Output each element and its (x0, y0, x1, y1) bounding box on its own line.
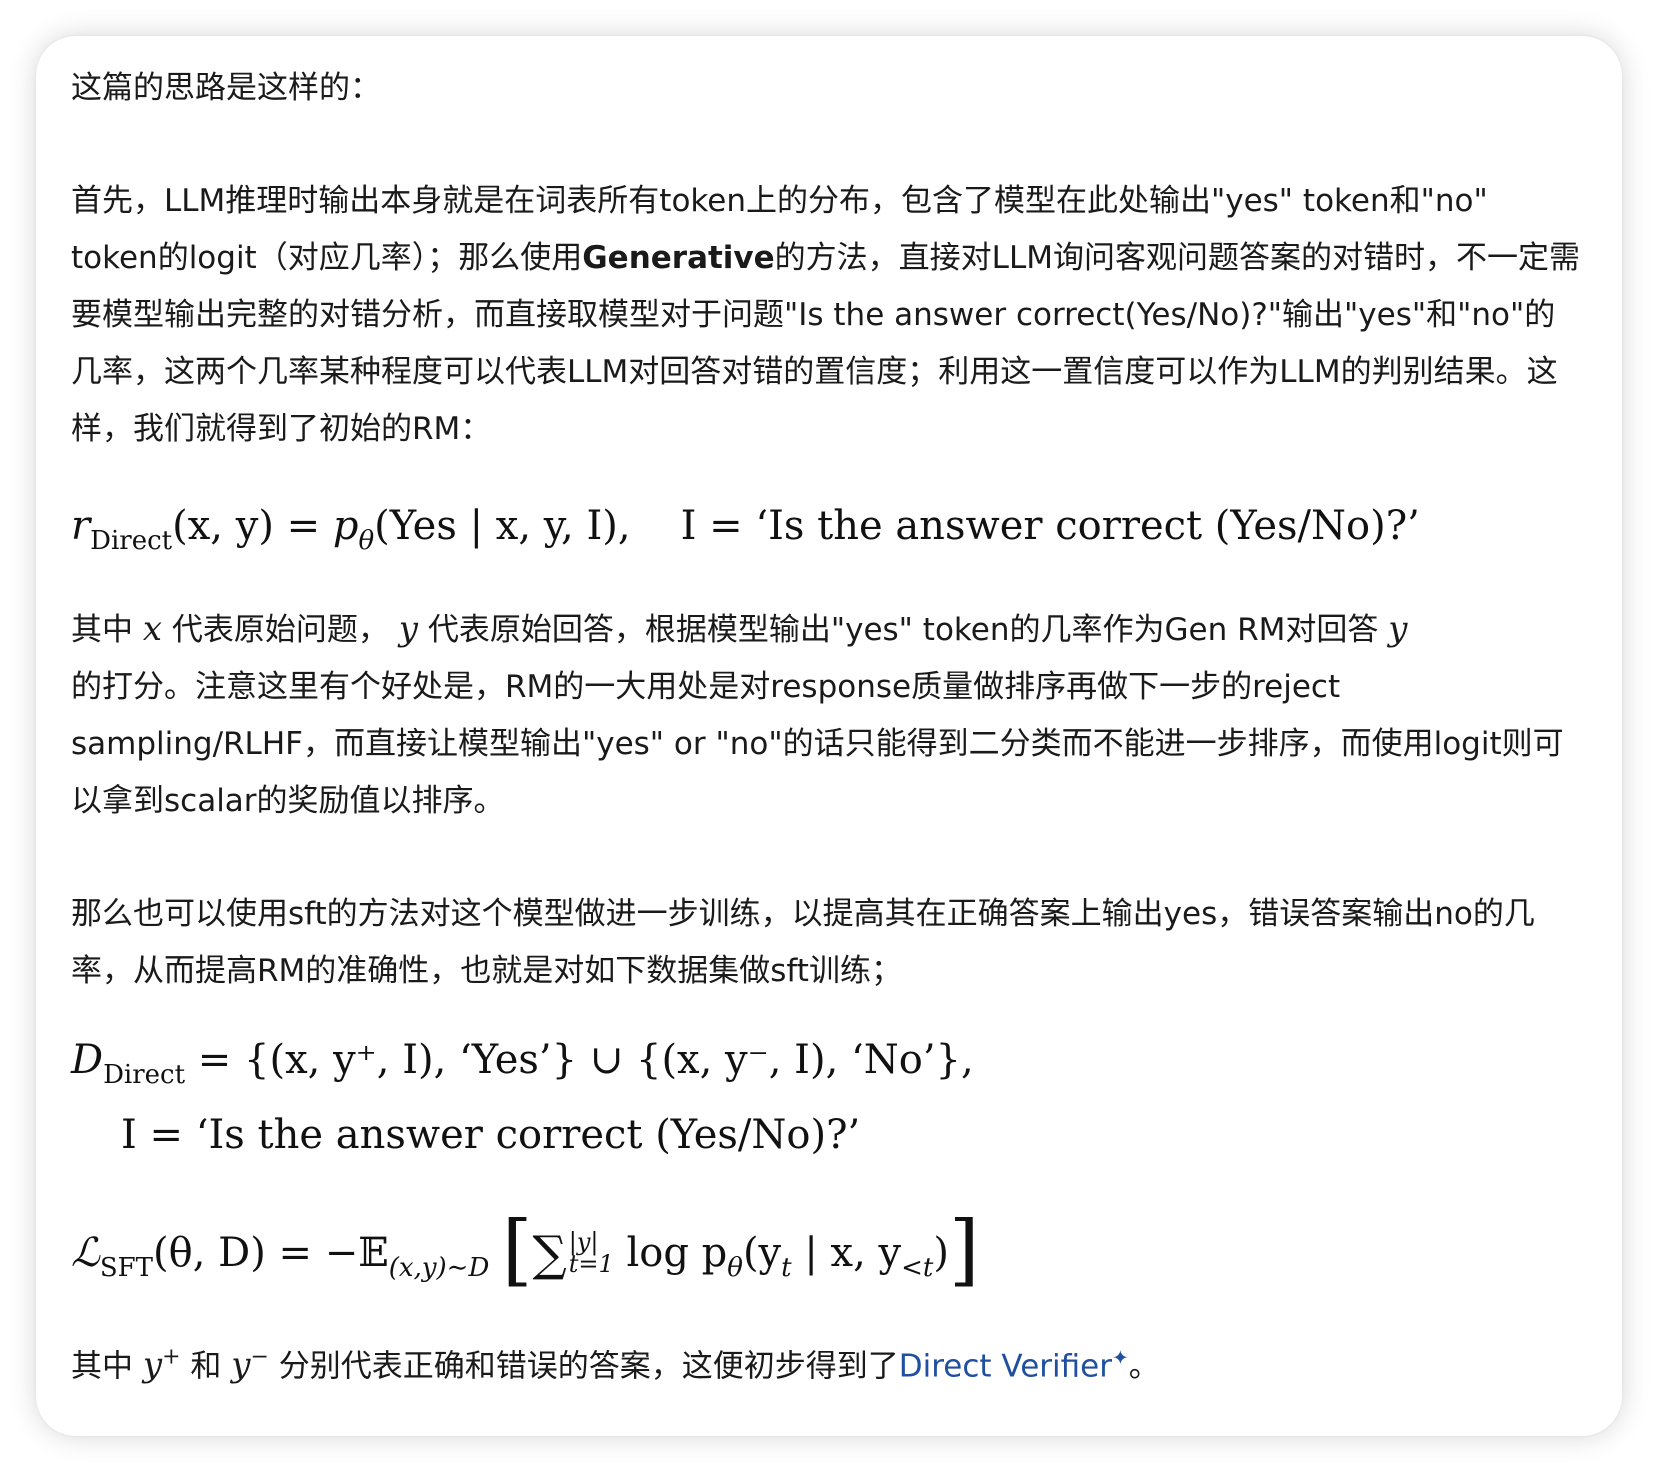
paragraph-3: 那么也可以使用sft的方法对这个模型做进一步训练，以提高其在正确答案上输出yes… (71, 896, 1535, 989)
eq3-L: ℒ (71, 1230, 100, 1276)
direct-verifier-link[interactable]: Direct Verifier (899, 1348, 1112, 1384)
right-bracket: ] (948, 1205, 980, 1295)
y-plus-base: y (142, 1345, 163, 1386)
answer-card: 这篇的思路是这样的： 首先，LLM推理时输出本身就是在词表所有token上的分布… (36, 36, 1622, 1436)
paragraph-4-text-a: 其中 (71, 1348, 133, 1385)
bold-generative: Generative (582, 240, 775, 276)
paragraph-2: 其中 x 代表原始问题， y 代表原始回答，根据模型输出"yes" token的… (71, 601, 1582, 830)
paragraph-2-text-b: 代表原始问题， (171, 612, 389, 648)
eq2-line-1: DDirect = {(x, y⁺, I), ‘Yes’} ∪ {(x, y⁻,… (71, 1030, 1582, 1105)
var-x: x (142, 609, 163, 649)
sum-limits: |y| t=1 (568, 1230, 614, 1278)
eq1-p: p (332, 503, 359, 549)
eq3-yt-sub: t (781, 1253, 792, 1283)
eq3-body: log p (626, 1230, 728, 1276)
eq1-p-sub: θ (358, 526, 375, 556)
paragraph-1: 首先，LLM推理时输出本身就是在词表所有token上的分布，包含了模型在此处输出… (71, 173, 1582, 458)
paragraph-4-text-b: 和 (190, 1348, 222, 1385)
eq3-body-args: (y (742, 1230, 782, 1276)
var-y: y (398, 609, 418, 649)
eq2-line-2: I = ‘Is the answer correct (Yes/No)?’ (121, 1112, 861, 1158)
eq2-D-sub: Direct (103, 1060, 186, 1090)
eq3-L-sub: SFT (99, 1253, 154, 1283)
var-y-minus: y− (231, 1345, 269, 1385)
equation-reward-direct: rDirect(x, y) = pθ(Yes | x, y, I), I = ‘I… (71, 491, 1582, 561)
eq3-E-sub: (x,y)∼D (388, 1253, 490, 1283)
sum-sub: t=1 (568, 1250, 614, 1278)
paragraph-4-text-c: 分别代表正确和错误的答案，这便初步得到了 (278, 1348, 899, 1385)
eq1-r-sub: Direct (90, 526, 173, 556)
eq1-r: r (71, 503, 91, 549)
paragraph-2-text-a: 其中 (71, 612, 133, 648)
eq3-body-sub: θ (727, 1253, 743, 1283)
equation-dataset: DDirect = {(x, y⁺, I), ‘Yes’} ∪ {(x, y⁻,… (71, 1030, 1582, 1165)
var-y-plus: y+ (143, 1345, 181, 1385)
eq1-rhs: (Yes | x, y, I), (374, 503, 631, 549)
paragraph-2-text-c: 代表原始回答，根据模型输出"yes" token的几率作为Gen RM对回答 (427, 612, 1379, 648)
eq1-instruction: I = ‘Is the answer correct (Yes/No)?’ (680, 503, 1420, 549)
paragraph-2-text-d: 的打分。注意这里有个好处是，RM的一大用处是对response质量做排序再做下一… (71, 669, 1564, 819)
eq3-close: ) (933, 1230, 949, 1276)
intro-text: 这篇的思路是这样的： (71, 70, 381, 106)
sparkle-icon: ✦ (1112, 1345, 1129, 1370)
eq3-ylt-sub: <t (901, 1253, 934, 1283)
eq2-D: D (71, 1037, 104, 1083)
equation-sft-loss: ℒSFT(θ, D) = −𝔼(x,y)∼D [∑|y| t=1 log pθ(y… (71, 1205, 1582, 1295)
eq2-line1-body: = {(x, y⁺, I), ‘Yes’} ∪ {(x, y⁻, I), ‘No… (197, 1037, 974, 1083)
y-plus-sup: + (162, 1345, 181, 1370)
eq3-tail: | x, y (791, 1230, 902, 1276)
eq3-args: (θ, D) = −𝔼 (153, 1230, 389, 1276)
eq1-lhs-args: (x, y) = (172, 503, 333, 549)
y-minus-sup: − (250, 1345, 269, 1370)
left-bracket: [ (502, 1205, 533, 1295)
paragraph-4-end: 。 (1128, 1348, 1160, 1385)
sum-symbol: ∑ (532, 1226, 567, 1282)
y-minus-base: y (231, 1345, 251, 1386)
paragraph-4: 其中 y+ 和 y− 分别代表正确和错误的答案，这便初步得到了Direct Ve… (71, 1329, 1582, 1395)
var-y-2: y (1388, 609, 1408, 649)
